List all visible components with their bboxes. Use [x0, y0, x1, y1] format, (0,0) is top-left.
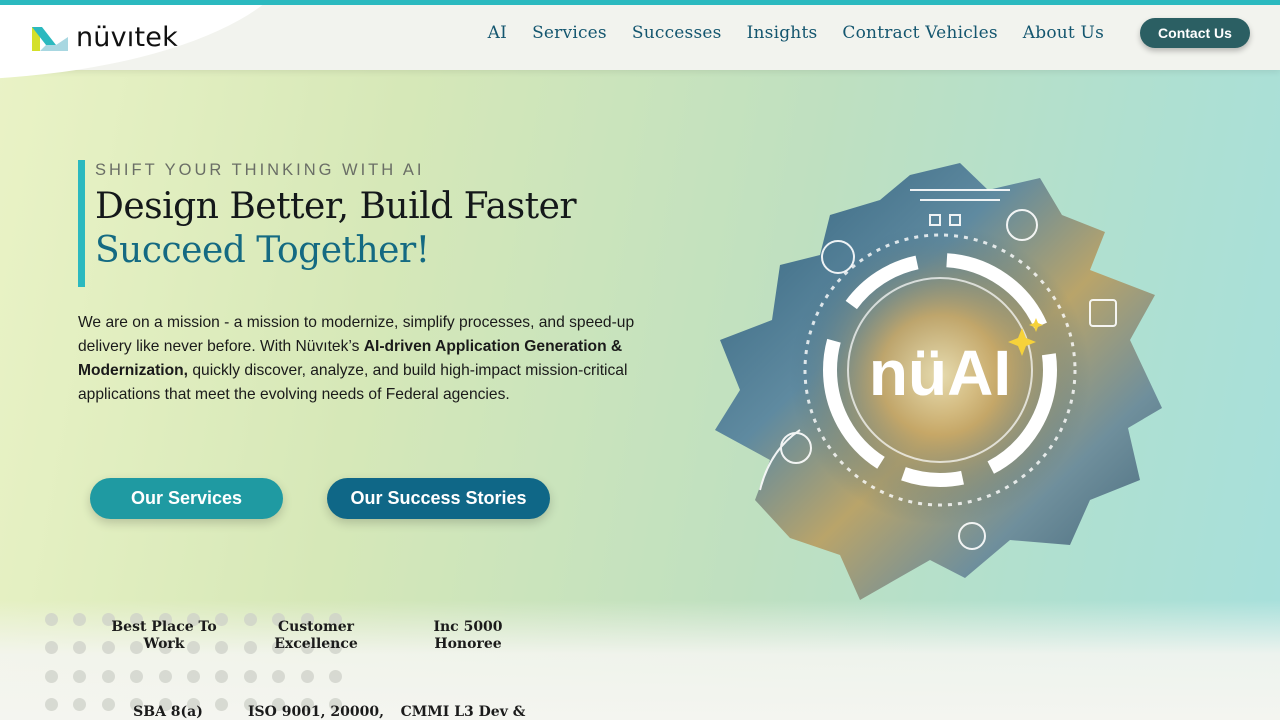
decorative-dot: [45, 669, 58, 683]
hero-headline: Design Better, Build Faster: [95, 186, 577, 227]
top-accent-bar: [0, 0, 1280, 5]
our-services-button[interactable]: Our Services: [90, 478, 283, 519]
decorative-dot: [158, 669, 172, 683]
decorative-dot: [45, 613, 58, 626]
nuai-hero-graphic: nüAI: [710, 160, 1170, 605]
nuai-label: nüAI: [869, 337, 1011, 409]
site-header: nüvıtek AI Services Successes Insights C…: [0, 0, 1280, 80]
decorative-dot: [272, 669, 286, 683]
badge-best-place-to-work: Best Place To Work: [111, 619, 217, 652]
nuvitek-logo[interactable]: nüvıtek: [32, 22, 178, 53]
hero-eyebrow: SHIFT YOUR THINKING WITH AI: [95, 161, 425, 179]
contact-us-button[interactable]: Contact Us: [1140, 18, 1250, 48]
badge-iso: ISO 9001, 20000,: [247, 704, 385, 720]
decorative-dot: [187, 669, 200, 683]
badge-inc-5000: Inc 5000 Honoree: [433, 619, 503, 652]
badge-customer-excellence: Customer Excellence: [274, 619, 358, 652]
logo-mark-icon: [32, 25, 68, 51]
our-success-stories-button[interactable]: Our Success Stories: [327, 478, 550, 519]
logo-text: nüvıtek: [76, 22, 178, 53]
hero-subheadline: Succeed Together!: [95, 230, 430, 271]
badge-sba-8a: SBA 8(a): [133, 704, 203, 720]
nav-contract-vehicles[interactable]: Contract Vehicles: [842, 23, 997, 43]
decorative-dot: [101, 669, 115, 683]
nav-insights[interactable]: Insights: [747, 23, 818, 43]
hero-title-block: SHIFT YOUR THINKING WITH AI Design Bette…: [78, 160, 638, 287]
nav-successes[interactable]: Successes: [632, 23, 722, 43]
decorative-dot: [130, 669, 144, 683]
badge-cmmi: CMMI L3 Dev &: [400, 704, 526, 720]
main-nav: AI Services Successes Insights Contract …: [463, 23, 1104, 43]
nav-ai[interactable]: AI: [488, 23, 507, 43]
nav-about-us[interactable]: About Us: [1023, 23, 1104, 43]
decorative-dot: [101, 698, 115, 712]
decorative-dot: [300, 669, 314, 683]
mission-paragraph: We are on a mission - a mission to moder…: [78, 311, 638, 407]
decorative-dot: [329, 669, 342, 683]
nav-services[interactable]: Services: [532, 23, 607, 43]
decorative-dot: [243, 669, 257, 683]
